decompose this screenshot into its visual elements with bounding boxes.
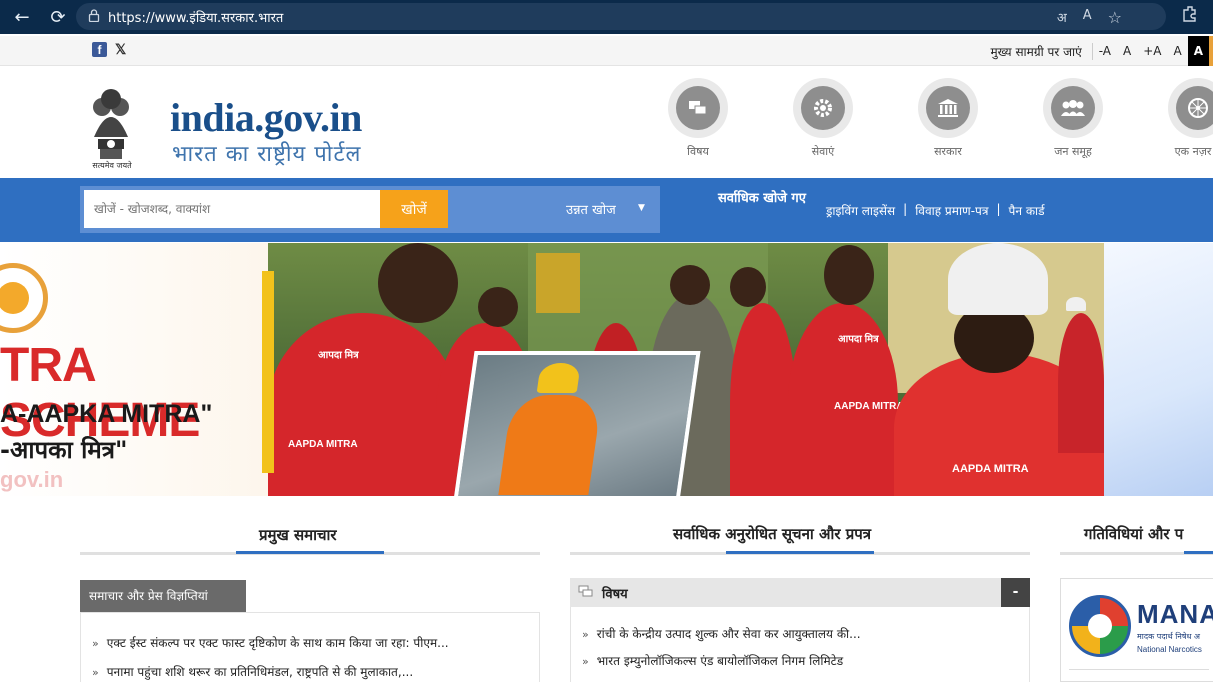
white-helmet	[948, 243, 1048, 315]
site-title[interactable]: india.gov.in	[170, 94, 362, 141]
mana-logo-icon	[1069, 595, 1131, 657]
x-twitter-icon[interactable]: 𝕏	[115, 42, 126, 57]
font-decrease-button[interactable]: -A	[1093, 44, 1117, 58]
font-increase-button[interactable]: +A	[1137, 44, 1167, 58]
collapse-button[interactable]: -	[1001, 578, 1030, 607]
signboard	[536, 253, 580, 313]
nav-at-a-glance[interactable]: एक नज़र में	[1148, 78, 1213, 159]
nav-people-label: जन समूह	[1054, 145, 1092, 158]
favorite-icon[interactable]: ☆	[1108, 8, 1122, 27]
ashoka-chakra-icon	[1176, 86, 1213, 130]
skip-to-main-link[interactable]: मुख्य सामग्री पर जाएं	[984, 42, 1093, 60]
nav-topics[interactable]: विषय	[648, 78, 748, 159]
back-icon[interactable]: ←	[8, 3, 36, 31]
search-input[interactable]	[84, 190, 380, 228]
contrast-light-button[interactable]: A	[1167, 44, 1187, 58]
url-text[interactable]: https://www.इंडिया.सरकार.भारत	[108, 8, 283, 26]
nav-people-groups[interactable]: जन समूह	[1023, 78, 1123, 159]
quick-link-driving-licence[interactable]: ड्राइविंग लाइसेंस	[826, 202, 895, 219]
bullet-icon: »	[582, 655, 589, 668]
nav-government-label: सरकार	[934, 145, 962, 158]
bullet-icon: »	[92, 666, 99, 679]
social-links: f 𝕏	[92, 42, 126, 57]
person-front-left	[268, 313, 458, 496]
banner-scheme-text: TRA SCHEME	[0, 339, 200, 447]
topic-panel	[570, 607, 1030, 682]
jacket-label-hindi-left: आपदा मित्र	[318, 350, 359, 361]
tab-news-press-releases[interactable]: समाचार और प्रेस विज्ञप्तियां	[80, 580, 246, 612]
reload-icon[interactable]: ⟳	[44, 3, 72, 31]
most-searched-heading: सर्वाधिक खोजे गए	[718, 191, 806, 206]
lock-icon[interactable]	[88, 8, 100, 25]
contrast-swatch[interactable]	[1209, 36, 1213, 66]
hero-banner[interactable]: TRA SCHEME A-AAPKA MITRA" -आपका मित्र" g…	[0, 243, 1213, 496]
utility-bar: f 𝕏 मुख्य सामग्री पर जाएं -A A +A A A	[0, 36, 1213, 66]
jacket-label-left: AAPDA MITRA	[288, 439, 358, 450]
scheme-logo-icon	[0, 263, 48, 333]
site-subtitle: भारत का राष्ट्रीय पोर्टल	[172, 142, 362, 167]
promo-title: MANA	[1137, 599, 1213, 629]
extensions-icon[interactable]	[1181, 5, 1199, 27]
list-item[interactable]: » पनामा पहुंचा शशि थरूर का प्रतिनिधिमंडल,…	[92, 663, 413, 680]
search-button[interactable]: खोजें	[380, 190, 448, 228]
national-emblem-icon[interactable]	[80, 70, 142, 174]
nav-at-a-glance-label: एक नज़र में	[1174, 145, 1213, 158]
promo-subtitle-hindi: मादक पदार्थ निषेध अ	[1137, 632, 1201, 641]
promo-subtitle-english: National Narcotics	[1137, 645, 1202, 654]
news-section-title: प्रमुख समाचार	[259, 526, 337, 544]
read-aloud-icon[interactable]: अ	[1057, 8, 1067, 27]
nav-topics-label: विषय	[687, 145, 709, 158]
requested-section-title: सर्वाधिक अनुरोधित सूचना और प्रपत्र	[673, 525, 872, 543]
topic-panel-header[interactable]	[570, 578, 1030, 607]
nav-services-label: सेवाएं	[811, 145, 835, 158]
banner-tagline-hindi: -आपका मित्र"	[0, 436, 128, 464]
browser-toolbar: ← ⟳ https://www.इंडिया.सरकार.भारत अ A ☆	[0, 0, 1213, 34]
quick-link-marriage-certificate[interactable]: विवाह प्रमाण-पत्र	[915, 202, 988, 219]
nav-services[interactable]: सेवाएं	[773, 78, 873, 159]
jacket-label-hindi-center: आपदा मित्र	[838, 334, 879, 345]
list-item[interactable]: » रांची के केन्द्रीय उत्पाद शुल्क और सेवा…	[582, 625, 861, 642]
advanced-search-toggle[interactable]: उन्नत खोज	[566, 200, 616, 218]
nav-government[interactable]: सरकार	[898, 78, 998, 159]
list-item[interactable]: » एक्ट ईस्ट संकल्प पर एक्ट फास्ट दृष्टिको…	[92, 634, 449, 651]
activity-promo-card[interactable]: MANA मादक पदार्थ निषेध अ National Narcot…	[1060, 578, 1213, 682]
banner-domain-text: gov.in	[0, 467, 64, 492]
banner-photo: AAPDA MITRA आपदा मित्र AAPDA MITRA आपदा …	[268, 243, 1104, 496]
banner-accent-bar	[262, 271, 274, 473]
banner-text-panel: TRA SCHEME A-AAPKA MITRA" -आपका मित्र" g…	[0, 243, 268, 496]
banner-next-slide-preview	[1104, 243, 1213, 496]
facebook-icon[interactable]: f	[92, 42, 107, 57]
people-icon	[1051, 86, 1095, 130]
bullet-icon: »	[92, 637, 99, 650]
chat-icon	[578, 585, 594, 601]
jacket-label-right: AAPDA MITRA	[952, 463, 1029, 475]
quick-links: ड्राइविंग लाइसेंस | विवाह प्रमाण-पत्र | …	[826, 202, 1045, 219]
quick-link-pan-card[interactable]: पैन कार्ड	[1009, 202, 1045, 219]
bullet-icon: »	[582, 628, 589, 641]
accessibility-controls: मुख्य सामग्री पर जाएं -A A +A A A	[984, 36, 1213, 66]
activities-section-title: गतिविधियां और प	[1084, 525, 1184, 543]
address-bar[interactable]: https://www.इंडिया.सरकार.भारत अ A ☆	[76, 3, 1166, 30]
font-normal-button[interactable]: A	[1117, 44, 1137, 58]
text-size-icon[interactable]: A	[1083, 8, 1092, 27]
topic-panel-label[interactable]: विषय	[602, 584, 628, 602]
banner-tagline-english: A-AAPKA MITRA"	[0, 400, 213, 428]
list-item[interactable]: » भारत इम्युनोलॉजिकल्स एंड बायोलॉजिकल निग…	[582, 652, 843, 669]
rescue-inset-photo	[453, 351, 701, 496]
chevron-down-icon[interactable]: ▼	[638, 203, 645, 213]
jacket-label-center: AAPDA MITRA	[834, 401, 904, 412]
government-building-icon	[926, 86, 970, 130]
gear-icon	[801, 86, 845, 130]
contrast-dark-button[interactable]: A	[1187, 36, 1209, 66]
topics-icon	[676, 86, 720, 130]
emblem-caption: सत्यमेव जयते	[92, 161, 132, 170]
